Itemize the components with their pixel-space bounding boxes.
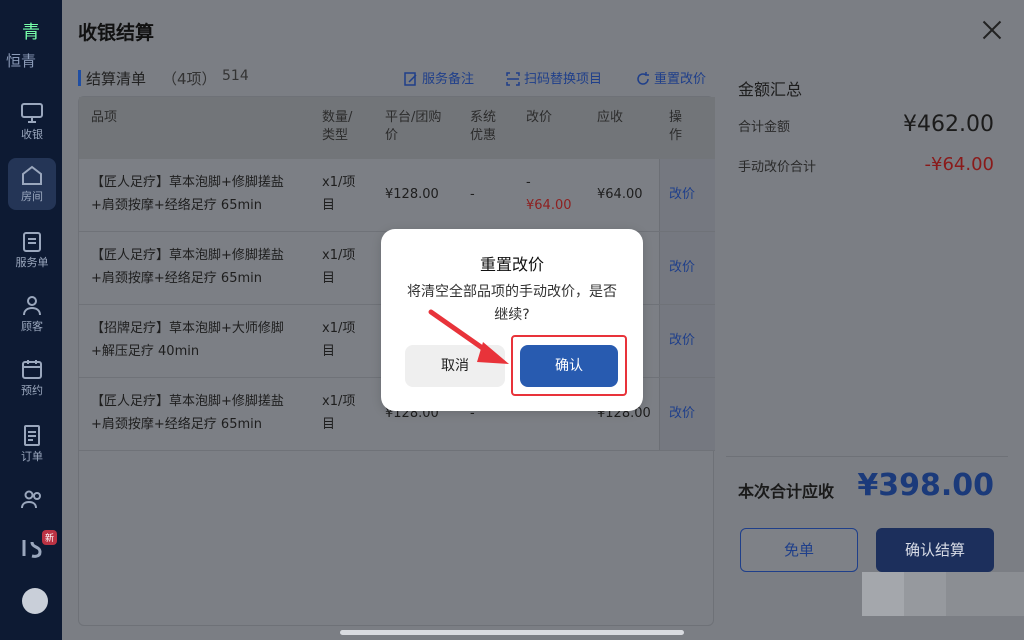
item-price: ¥128.00 [385,187,439,202]
sidebar-item-staff[interactable] [8,482,56,534]
col-system-discount: 系统 优惠 [470,110,497,143]
sidebar-item-label: 订单 [21,450,43,463]
clipboard-icon [23,232,41,252]
col-adjust: 改价 [526,110,553,125]
close-icon[interactable] [980,18,1004,42]
table-header: 品项 数量/类型 平台/团购价 系统 优惠 改价 应收 操作 [79,97,715,159]
payable-label: 本次合计应收 [738,482,835,501]
scan-icon [506,72,520,86]
overlay-fragment [862,572,904,616]
total-value: ¥462.00 [903,112,994,137]
users-icon [21,490,41,509]
free-order-button[interactable]: 免单 [740,528,858,572]
user-icon [23,296,41,316]
sidebar-item-customers[interactable]: 顾客 [8,288,56,340]
home-indicator[interactable] [340,630,684,635]
adjust-price-link[interactable]: 改价 [669,329,695,352]
col-platform-price: 平台/团购价 [385,110,442,143]
refresh-icon [637,72,649,85]
item-qty: x1/项目 [322,175,356,213]
section-marker [78,70,81,86]
app-logo-text: 恒青 [6,52,37,70]
settlement-list-header: 结算清单 （4项） 514 服务备注 扫码替换项目 重置改价 [78,66,718,90]
item-due: ¥64.00 [597,187,643,202]
sidebar-item-appointments[interactable]: 预约 [8,352,56,404]
sidebar-item-label: 收银 [21,128,43,141]
annotation-highlight-box [511,335,627,396]
sidebar-item-orders[interactable]: 订单 [8,418,56,470]
avatar[interactable] [22,588,48,614]
service-note-label: 服务备注 [422,72,475,87]
col-action: 操作 [669,110,683,143]
annotation-arrow-icon [428,309,509,364]
table-row: 【匠人足疗】草本泡脚+修脚搓盐 +肩颈按摩+经络足疗 65min x1/项目 ¥1… [79,159,715,232]
new-badge: 新 [42,530,58,545]
total-label: 合计金额 [738,120,791,135]
app-logo: 青 [22,22,40,43]
item-adjust: - ¥64.00 [526,175,572,213]
item-qty: x1/项目 [322,248,356,286]
item-qty: x1/项目 [322,321,356,359]
col-item: 品项 [91,110,118,125]
item-count: （4项） [162,70,217,88]
dialog-title: 重置改价 [479,255,544,274]
sidebar-item-cashier[interactable]: 收银 [8,96,56,148]
order-icon [24,425,40,446]
adjust-price-link[interactable]: 改价 [669,256,695,279]
summary-title: 金额汇总 [738,80,803,99]
item-name: 【匠人足疗】草本泡脚+修脚搓盐 +肩颈按摩+经络足疗 65min [91,175,284,213]
sidebar-item-label: 服务单 [15,256,49,269]
reset-price-button[interactable]: 重置改价 [636,68,706,87]
col-due: 应收 [597,110,624,125]
room-code: 514 [222,68,249,84]
payable-value: ¥398.00 [857,468,994,503]
reset-price-label: 重置改价 [654,72,707,87]
item-name: 【匠人足疗】草本泡脚+修脚搓盐 +肩颈按摩+经络足疗 65min [91,394,284,432]
sidebar: 青 恒青 收银 房间 服务单 顾客 预约 订单 新 [0,0,62,640]
adjust-price-link[interactable]: 改价 [669,183,695,206]
adjust-price-link[interactable]: 改价 [669,402,695,425]
sidebar-item-label: 顾客 [21,320,43,333]
calendar-icon [22,360,42,379]
page-title: 收银结算 [78,22,155,44]
confirm-settle-button[interactable]: 确认结算 [876,528,994,572]
edit-note-icon [404,72,417,86]
sidebar-item-label: 预约 [21,384,43,397]
amount-summary: 金额汇总 合计金额 ¥462.00 手动改价合计 -¥64.00 本次合计应收 … [726,60,1008,626]
item-name: 【匠人足疗】草本泡脚+修脚搓盐 +肩颈按摩+经络足疗 65min [91,248,284,286]
divider [726,456,1008,457]
overlay-fragment [946,572,1024,616]
item-qty: x1/项目 [322,394,356,432]
monitor-icon [21,103,43,123]
home-icon [22,165,42,185]
settlement-list-title: 结算清单 [86,70,147,88]
sidebar-item-rooms[interactable]: 房间 [8,158,56,210]
service-note-button[interactable]: 服务备注 [404,68,474,87]
col-qty: 数量/类型 [322,110,353,143]
scan-replace-button[interactable]: 扫码替换项目 [506,68,602,87]
manual-adjust-label: 手动改价合计 [738,160,817,175]
overlay-fragment [904,572,946,616]
sidebar-item-service-orders[interactable]: 服务单 [8,224,56,276]
manual-adjust-value: -¥64.00 [924,154,994,175]
sidebar-item-label: 房间 [21,190,43,203]
item-discount: - [470,187,475,202]
item-name: 【招牌足疗】草本泡脚+大师修脚 +解压足疗 40min [91,321,284,359]
scan-replace-label: 扫码替换项目 [524,72,603,87]
